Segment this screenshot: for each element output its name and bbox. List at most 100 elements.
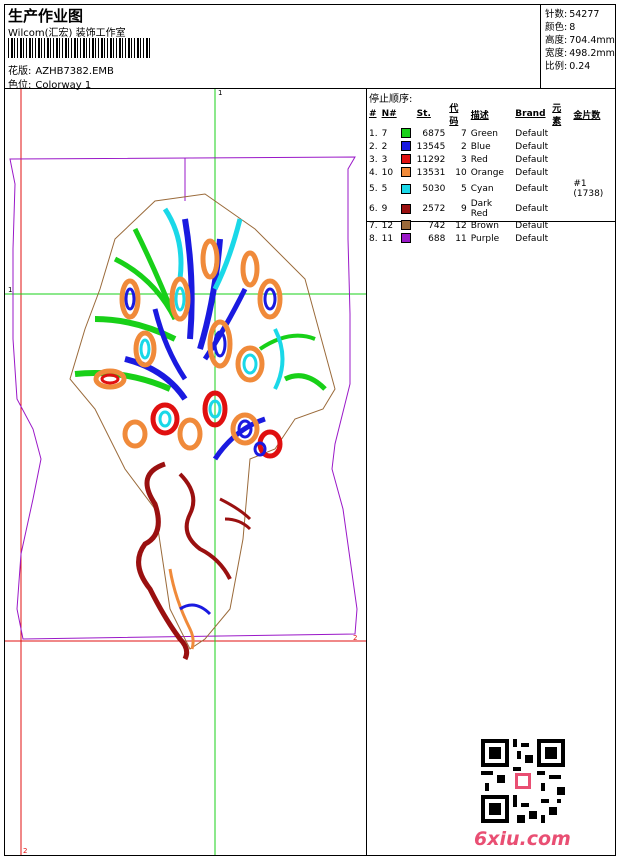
row-code: 12 bbox=[455, 220, 467, 231]
row-element bbox=[550, 127, 571, 140]
row-stitches: 688 bbox=[428, 233, 446, 244]
stat-value: 0.24 bbox=[569, 61, 591, 72]
design-canvas: 1 1 2 2 bbox=[5, 89, 366, 855]
row-brand: Default bbox=[515, 184, 549, 194]
row-no: 8. bbox=[369, 233, 378, 244]
row-brand: Default bbox=[515, 141, 549, 152]
watermark-logo: 6xiu.com bbox=[474, 828, 571, 850]
design-file-row: 花版: AZHB7382.EMB bbox=[8, 62, 114, 77]
row-sequin: #1 (1738) bbox=[573, 179, 604, 199]
table-row: 1. 7 6875 7 Green Default bbox=[367, 127, 620, 140]
stat-label: 比例: bbox=[545, 61, 568, 72]
row-brand: Default bbox=[515, 220, 549, 231]
table-header-row: # N# St. 代码 描述 Brand 元素 金片数 bbox=[367, 101, 620, 127]
color-swatch bbox=[400, 233, 411, 244]
row-description: Cyan bbox=[470, 184, 494, 194]
row-stitches: 2572 bbox=[422, 204, 446, 214]
row-brand: Default bbox=[515, 204, 549, 214]
row-needle: 3 bbox=[381, 154, 388, 165]
row-brand: Default bbox=[515, 154, 549, 165]
axis-mark-top: 1 bbox=[218, 89, 222, 97]
table-row: 6. 9 2572 9 Dark Red Default bbox=[367, 199, 620, 219]
wing-scroll bbox=[219, 497, 252, 531]
row-needle: 10 bbox=[381, 167, 394, 178]
row-brand: Default bbox=[515, 233, 549, 244]
table-row: 8. 11 688 11 Purple Default bbox=[367, 232, 620, 245]
row-description: Orange bbox=[470, 167, 504, 178]
barcode-image bbox=[8, 38, 150, 58]
row-sequin bbox=[571, 232, 620, 245]
color-swatch bbox=[400, 220, 411, 231]
color-swatch bbox=[400, 203, 411, 214]
row-code: 2 bbox=[460, 141, 467, 152]
axis-mark-left: 1 bbox=[8, 286, 12, 294]
axis-mark-bottom: 2 bbox=[23, 847, 27, 855]
stat-colors: 颜色: 8 bbox=[545, 19, 575, 33]
swatch-cell bbox=[399, 219, 415, 232]
row-needle: 5 bbox=[381, 184, 388, 194]
table-row: 4. 10 13531 10 Orange Default bbox=[367, 166, 620, 179]
row-stitches: 6875 bbox=[422, 128, 446, 139]
color-swatch bbox=[400, 167, 411, 178]
swatch-col bbox=[399, 101, 415, 127]
swatch-cell bbox=[399, 127, 415, 140]
row-element bbox=[550, 232, 571, 245]
peacock-crest bbox=[179, 603, 212, 616]
stat-width: 宽度: 498.2mm bbox=[545, 45, 615, 59]
row-element bbox=[550, 140, 571, 153]
row-needle: 12 bbox=[381, 220, 394, 231]
row-element bbox=[550, 219, 571, 232]
col-header: # bbox=[369, 109, 377, 119]
row-needle: 2 bbox=[381, 141, 388, 152]
row-needle: 11 bbox=[381, 233, 394, 244]
swatch-cell bbox=[399, 153, 415, 166]
table-row: 5. 5 5030 5 Cyan Default #1 (1738) bbox=[367, 179, 620, 199]
embroidery-preview: 1 1 2 2 bbox=[5, 89, 366, 855]
row-element bbox=[550, 153, 571, 166]
col-header: Brand bbox=[515, 109, 546, 119]
row-description: Green bbox=[470, 128, 498, 139]
row-brand: Default bbox=[515, 167, 549, 178]
color-swatch bbox=[400, 128, 411, 139]
stat-scale: 比例: 0.24 bbox=[545, 58, 590, 72]
row-no: 1. bbox=[369, 128, 378, 139]
row-sequin bbox=[571, 140, 620, 153]
row-code: 11 bbox=[455, 233, 467, 244]
row-code: 3 bbox=[460, 154, 467, 165]
table-row: 7. 12 742 12 Brown Default bbox=[367, 219, 620, 232]
row-element bbox=[550, 166, 571, 179]
row-stitches: 13545 bbox=[416, 141, 446, 152]
row-no: 7. bbox=[369, 220, 378, 231]
row-sequin bbox=[571, 166, 620, 179]
page-title: 生产作业图 bbox=[8, 7, 84, 25]
color-swatch bbox=[400, 141, 411, 152]
col-header: 代码 bbox=[449, 104, 459, 127]
row-description: Blue bbox=[470, 141, 491, 152]
swatch-cell bbox=[399, 199, 415, 219]
company-name: Wilcom(汇宏) 装饰工作室 bbox=[8, 28, 126, 39]
row-description: Purple bbox=[470, 233, 500, 244]
color-swatch bbox=[400, 183, 411, 194]
row-code: 7 bbox=[460, 128, 467, 139]
row-description: Red bbox=[470, 154, 488, 165]
row-code: 10 bbox=[455, 167, 467, 178]
axis-mark-right: 2 bbox=[353, 634, 357, 642]
row-element bbox=[550, 179, 571, 199]
peacock-wing bbox=[178, 472, 232, 580]
stat-stitches: 针数: 54277 bbox=[545, 6, 599, 20]
swatch-cell bbox=[399, 140, 415, 153]
swatch-cell bbox=[399, 166, 415, 179]
color-swatch bbox=[400, 154, 411, 165]
stats-divider bbox=[540, 4, 541, 89]
stop-sequence-table: # N# St. 代码 描述 Brand 元素 金片数 1. 7 6875 7 Gree… bbox=[367, 101, 620, 245]
col-header: St. bbox=[416, 109, 431, 119]
row-stitches: 13531 bbox=[416, 167, 446, 178]
row-stitches: 11292 bbox=[416, 154, 446, 165]
row-no: 4. bbox=[369, 167, 378, 178]
table-row: 3. 3 11292 3 Red Default bbox=[367, 153, 620, 166]
swatch-cell bbox=[399, 179, 415, 199]
row-element bbox=[550, 199, 571, 219]
row-sequin bbox=[571, 153, 620, 166]
row-no: 5. bbox=[369, 184, 378, 194]
row-brand: Default bbox=[515, 128, 549, 139]
